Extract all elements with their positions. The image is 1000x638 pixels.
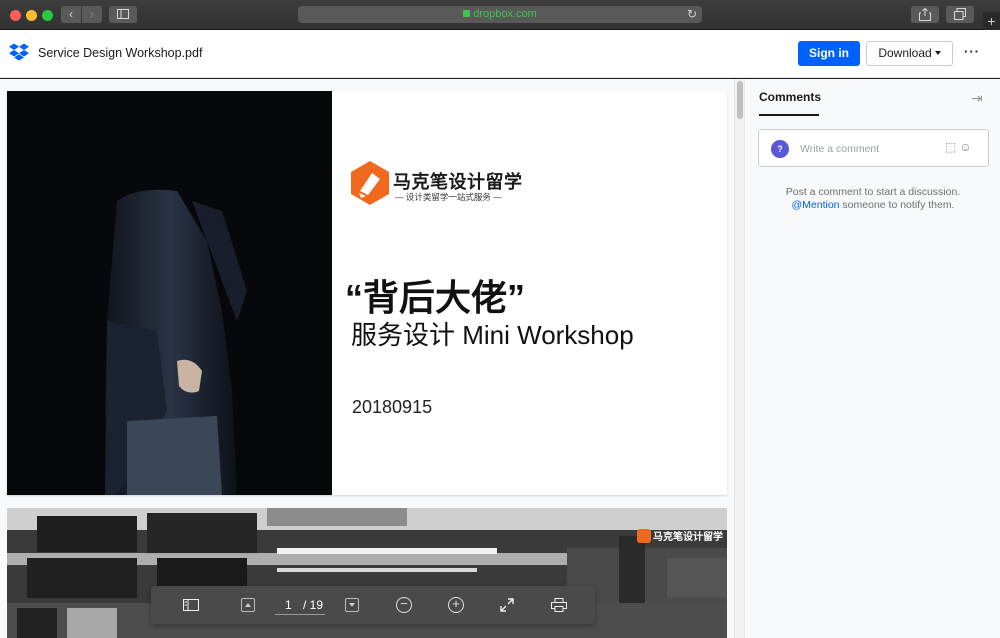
sidebar-icon (117, 9, 129, 19)
share-button[interactable] (911, 6, 939, 23)
thumbnails-icon (183, 599, 199, 611)
man-in-suit-image (7, 91, 332, 495)
comment-input[interactable] (800, 141, 940, 157)
more-options-button[interactable]: ··· (964, 44, 980, 59)
slide-title: “背后大佬” (345, 277, 526, 318)
chevron-down-icon (934, 51, 941, 55)
new-tab-button[interactable]: + (983, 12, 1000, 30)
chevron-right-icon: › (90, 7, 94, 21)
pdf-toolbar: 1 / 19 − + (151, 586, 595, 624)
fullscreen-button[interactable] (498, 586, 516, 624)
zoom-window-button[interactable] (42, 10, 53, 21)
minimize-window-button[interactable] (26, 10, 37, 21)
app-header: Service Design Workshop.pdf Sign in Down… (0, 30, 1000, 78)
show-sidebar-button[interactable] (109, 6, 137, 23)
download-button[interactable]: Download (866, 41, 953, 66)
comment-composer[interactable]: ? ⬚☺ (758, 129, 989, 167)
emoji-icon[interactable]: ☺ (959, 140, 974, 154)
comment-tools: ⬚☺ (945, 140, 975, 154)
printer-icon (551, 598, 567, 612)
slide-date: 20180915 (352, 397, 433, 417)
comments-panel: Comments ⇥ ? ⬚☺ Post a comment to start … (744, 79, 1000, 638)
minus-icon: − (400, 596, 408, 611)
next-page-button[interactable] (345, 598, 359, 612)
cover-photo (7, 91, 332, 495)
expand-icon (500, 598, 514, 612)
hint-line-2: @Mention someone to notify them. (745, 199, 1000, 212)
comments-hint: Post a comment to start a discussion. @M… (745, 186, 1000, 212)
mention-link[interactable]: @Mention (792, 199, 840, 211)
tabs-icon (954, 8, 966, 20)
close-window-button[interactable] (10, 10, 21, 21)
chevron-left-icon: ‹ (69, 7, 73, 21)
forward-button[interactable]: › (82, 6, 102, 23)
brand-logo-icon (351, 161, 389, 205)
reload-icon[interactable]: ↻ (687, 6, 697, 23)
share-icon (919, 8, 931, 21)
page-indicator[interactable]: 1 / 19 (275, 595, 325, 615)
tab-comments[interactable]: Comments (759, 90, 821, 104)
total-pages: / 19 (303, 598, 324, 612)
brand-tagline: — 设计类留学一站式服务 — (395, 192, 502, 202)
zoom-out-button[interactable]: − (396, 597, 412, 613)
pdf-page-1: 马克笔设计留学 — 设计类留学一站式服务 — “背后大佬” 服务设计 Mini … (7, 91, 727, 495)
zoom-in-button[interactable]: + (448, 597, 464, 613)
plus-icon: + (452, 596, 460, 611)
url-text: dropbox.com (473, 8, 537, 20)
lock-icon (463, 10, 471, 17)
toggle-thumbnails-button[interactable] (181, 586, 201, 624)
file-name: Service Design Workshop.pdf (38, 46, 203, 60)
viewer-scrollbar[interactable] (734, 79, 744, 638)
slide-subtitle: 服务设计 Mini Workshop (351, 320, 634, 350)
print-button[interactable] (549, 586, 569, 624)
hint-line-2-text: someone to notify them. (839, 199, 955, 211)
annotate-icon[interactable]: ⬚ (945, 140, 959, 154)
current-page[interactable]: 1 (285, 595, 292, 615)
pdf-viewer[interactable]: 马克笔设计留学 — 设计类留学一站式服务 — “背后大佬” 服务设计 Mini … (0, 79, 744, 638)
scrollbar-thumb[interactable] (737, 81, 743, 119)
tab-active-indicator (759, 114, 819, 116)
browser-toolbar: ‹ › dropbox.com ↻ + (0, 0, 1000, 30)
collapse-panel-icon[interactable]: ⇥ (971, 90, 983, 107)
download-label: Download (878, 46, 932, 60)
page2-brand-name: 马克笔设计留学 (653, 532, 723, 543)
avatar: ? (771, 140, 789, 158)
hint-line-1: Post a comment to start a discussion. (785, 186, 961, 198)
show-tabs-button[interactable] (946, 6, 974, 23)
dropbox-logo-icon[interactable] (9, 43, 29, 61)
previous-page-button[interactable] (241, 598, 255, 612)
page2-brand-logo: 马克笔设计留学 (637, 528, 723, 543)
back-button[interactable]: ‹ (61, 6, 81, 23)
brand-logo-icon (637, 529, 651, 543)
sign-in-button[interactable]: Sign in (798, 41, 860, 66)
address-bar[interactable]: dropbox.com ↻ (298, 6, 702, 23)
